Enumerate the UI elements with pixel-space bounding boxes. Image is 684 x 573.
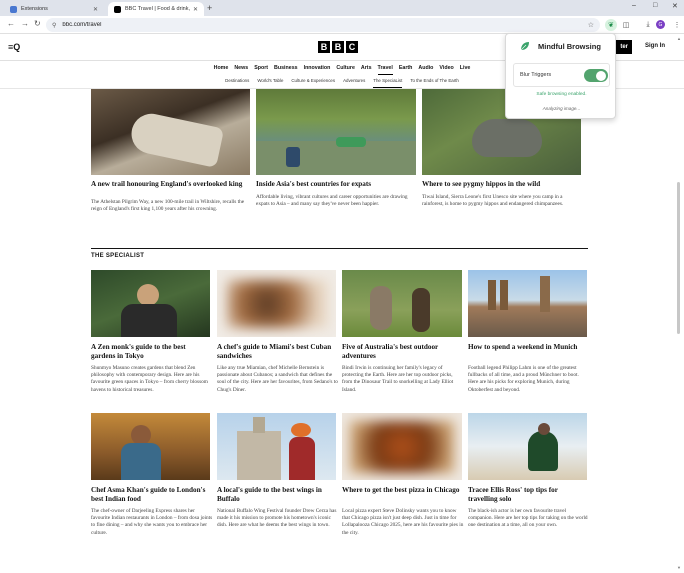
article-summary: Like any true Miamian, chef Michelle Ber… (217, 365, 338, 393)
blur-triggers-toggle[interactable] (584, 69, 608, 82)
mindful-browsing-popup: Mindful Browsing Blur Triggers Safe brow… (505, 33, 616, 119)
tab-title: Extensions (21, 6, 48, 12)
logo-letter: B (318, 41, 330, 53)
article-headline[interactable]: A Zen monk's guide to the best gardens i… (91, 343, 211, 361)
article-image-sandwich-blurred[interactable] (217, 270, 336, 337)
section-divider (91, 248, 588, 249)
maximize-button[interactable]: □ (653, 2, 657, 9)
status-text: Safe browsing enabled. (536, 92, 587, 97)
extensions-puzzle-icon[interactable]: ◫ (620, 19, 632, 31)
article-image-munich[interactable] (468, 270, 587, 337)
nav-item-earth[interactable]: Earth (399, 63, 413, 75)
article-summary: Tiwai Island, Sierra Leone's first Unesc… (422, 194, 564, 208)
tab-bbc-travel[interactable]: BBC Travel | Food & drink, Hist ✕ (108, 2, 204, 16)
popup-title: Mindful Browsing (538, 42, 601, 51)
nav-item-travel[interactable]: Travel (377, 63, 393, 75)
reload-icon[interactable]: ↻ (34, 19, 41, 28)
article-image-kangaroo[interactable] (342, 270, 462, 337)
sign-in-link[interactable]: Sign In (645, 43, 665, 49)
article-image-pizza-blurred[interactable] (342, 413, 462, 480)
site-info-icon[interactable]: ⚲ (52, 22, 56, 29)
nav-item-sport[interactable]: Sport (254, 63, 268, 75)
article-headline[interactable]: A new trail honouring England's overlook… (91, 180, 250, 189)
article-image-tracee[interactable] (468, 413, 587, 480)
menu-search-icon[interactable]: ≡Q (8, 42, 20, 52)
close-tab-icon[interactable]: ✕ (93, 6, 98, 13)
subnav-item-worlds-table[interactable]: World's Table (257, 78, 283, 88)
article-image-buffalo[interactable] (217, 413, 336, 480)
page-scrollbar[interactable] (677, 182, 680, 334)
nav-item-video[interactable]: Video (439, 63, 453, 75)
new-tab-button[interactable]: + (207, 3, 212, 13)
article-image-tomb[interactable] (91, 89, 250, 175)
nav-item-home[interactable]: Home (214, 63, 229, 75)
subnav-item-ends-of-earth[interactable]: To the Ends of The Earth (410, 78, 459, 88)
subnav-item-adventures[interactable]: Adventures (343, 78, 365, 88)
subnav-item-destinations[interactable]: Destinations (225, 78, 249, 88)
article-summary: The chef-owner of Darjeeling Express sha… (91, 508, 213, 536)
browser-toolbar: ← → ↻ ⚲ ☆ ❦ ◫ ⤓ G ⋮ (0, 16, 684, 34)
minimize-button[interactable]: – (632, 2, 636, 9)
tab-title: BBC Travel | Food & drink, Hist (125, 6, 190, 12)
nav-item-live[interactable]: Live (460, 63, 471, 75)
url-input[interactable] (62, 22, 588, 28)
analyzing-text: Analyzing image... (542, 106, 581, 111)
article-headline[interactable]: Chef Asma Khan's guide to London's best … (91, 486, 211, 504)
forward-arrow-icon[interactable]: → (21, 19, 29, 28)
article-summary: Football legend Philipp Lahm is one of t… (468, 365, 579, 393)
bbc-logo[interactable]: B B C (318, 41, 358, 53)
nav-item-business[interactable]: Business (274, 63, 298, 75)
article-headline[interactable]: A chef's guide to Miami's best Cuban san… (217, 343, 337, 361)
logo-letter: B (332, 41, 344, 53)
tab-extensions[interactable]: Extensions ✕ (4, 2, 104, 16)
article-summary: Bindi Irwin is continuing her family's l… (342, 365, 454, 393)
article-summary: The Athelstan Pilgrim Way, a new 100-mil… (91, 199, 245, 213)
article-headline[interactable]: Where to get the best pizza in Chicago (342, 486, 462, 495)
profile-avatar[interactable]: G (656, 20, 665, 29)
mindful-leaf-icon[interactable]: ❦ (605, 19, 617, 31)
section-title[interactable]: THE SPECIALIST (91, 253, 144, 259)
article-summary: Affordable living, vibrant cultures and … (256, 194, 408, 208)
address-bar[interactable]: ⚲ ☆ (46, 18, 600, 32)
nav-item-innovation[interactable]: Innovation (304, 63, 331, 75)
blur-triggers-row: Blur Triggers (513, 63, 610, 87)
back-arrow-icon[interactable]: ← (7, 19, 15, 28)
browser-tab-bar: Extensions ✕ BBC Travel | Food & drink, … (0, 0, 684, 16)
close-tab-icon[interactable]: ✕ (193, 6, 198, 13)
toggle-knob (596, 70, 606, 81)
kebab-menu-icon[interactable]: ⋮ (671, 19, 683, 31)
article-image-asma-khan[interactable] (91, 413, 210, 480)
article-headline[interactable]: Inside Asia's best countries for expats (256, 180, 416, 189)
leaf-icon (520, 42, 529, 51)
puzzle-icon (10, 5, 17, 13)
article-image-park[interactable] (256, 89, 416, 175)
scroll-up-icon[interactable]: ▲ (677, 36, 681, 41)
subnav-item-specialist[interactable]: The SpeciaList (373, 78, 403, 88)
article-headline[interactable]: Where to see pygmy hippos in the wild (422, 180, 581, 189)
scroll-down-icon[interactable]: ▼ (677, 565, 681, 570)
download-icon[interactable]: ⤓ (642, 19, 654, 31)
nav-item-news[interactable]: News (234, 63, 248, 75)
nav-item-arts[interactable]: Arts (361, 63, 372, 75)
close-window-button[interactable]: ✕ (672, 2, 678, 10)
nav-item-audio[interactable]: Audio (418, 63, 433, 75)
bookmark-star-icon[interactable]: ☆ (588, 21, 594, 29)
article-summary: Local pizza expert Steve Dolinsky wants … (342, 508, 464, 536)
article-headline[interactable]: Five of Australia's best outdoor adventu… (342, 343, 462, 361)
article-summary: The black-ish actor is her own favourite… (468, 508, 588, 529)
blur-triggers-label: Blur Triggers (520, 72, 552, 78)
article-headline[interactable]: How to spend a weekend in Munich (468, 343, 588, 352)
logo-letter: C (346, 41, 358, 53)
article-summary: National Buffalo Wing Festival founder D… (217, 508, 337, 529)
bbc-favicon-icon (114, 5, 121, 13)
article-headline[interactable]: A local's guide to the best wings in Buf… (217, 486, 337, 504)
article-headline[interactable]: Tracee Ellis Ross' top tips for travelli… (468, 486, 588, 504)
article-summary: Shunmyo Masuno creates gardens that blen… (91, 365, 208, 393)
subnav-item-culture-experiences[interactable]: Culture & Experiences (291, 78, 335, 88)
article-image-monk[interactable] (91, 270, 210, 337)
nav-item-culture[interactable]: Culture (336, 63, 355, 75)
